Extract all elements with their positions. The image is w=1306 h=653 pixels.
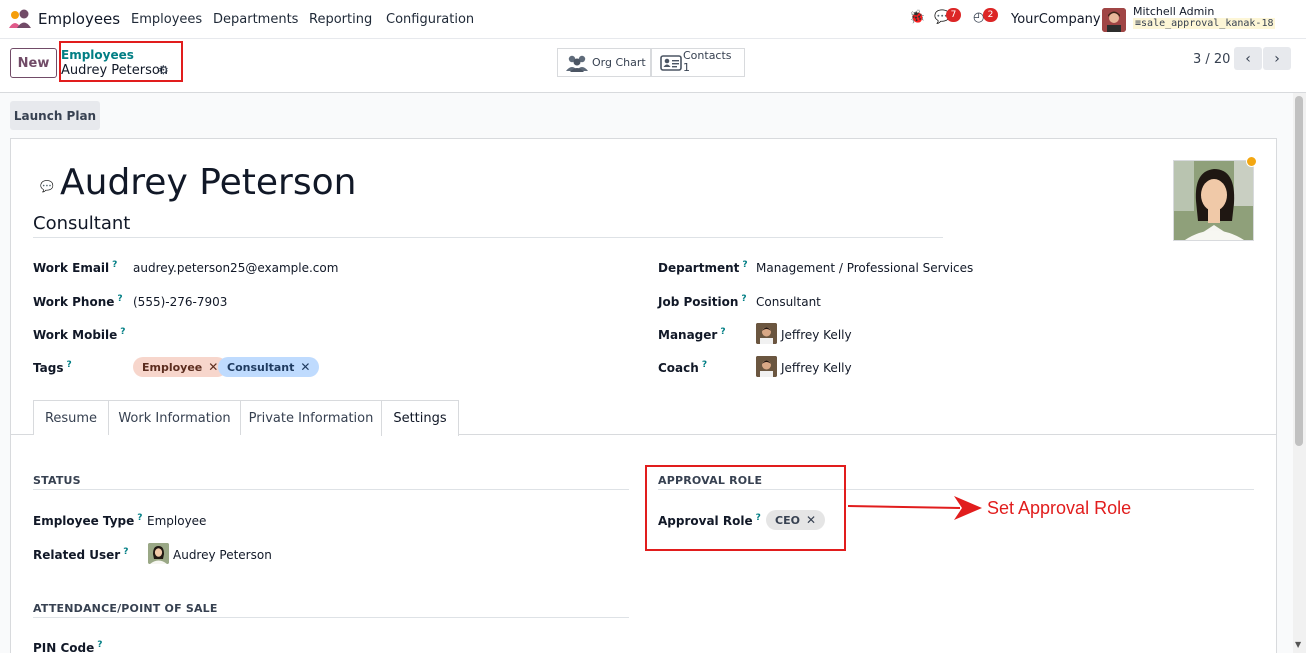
employees-app-icon[interactable] [8,9,32,29]
help-tooltip-icon[interactable]: ? [702,360,707,370]
department-label: Department? [658,260,748,275]
work-email-field[interactable]: audrey.peterson25@example.com [133,261,338,275]
activities-badge: 2 [983,8,998,22]
tag-employee[interactable]: Employee ✕ [133,357,228,377]
approval-role-highlight-box [645,465,846,551]
help-tooltip-icon[interactable]: ? [97,640,102,650]
pager-next-button[interactable]: › [1263,47,1291,70]
tags-label: Tags? [33,360,72,375]
pager-value[interactable]: 3 / 20 [1193,52,1230,67]
help-tooltip-icon[interactable]: ? [137,513,142,523]
status-section-title: STATUS [33,474,81,487]
org-chart-icon [566,55,588,72]
coach-field[interactable]: Jeffrey Kelly [781,361,852,375]
org-chart-label: Org Chart [592,56,646,69]
work-phone-label: Work Phone? [33,294,123,309]
manager-avatar [756,323,777,344]
employee-type-label: Employee Type? [33,513,143,528]
menu-departments[interactable]: Departments [213,12,298,27]
contacts-label: Contacts [683,49,732,62]
help-tooltip-icon[interactable]: ? [117,294,122,304]
pager-previous-button[interactable]: ‹ [1234,47,1262,70]
user-avatar[interactable] [1102,8,1126,32]
annotation-arrow-icon [848,496,982,520]
help-tooltip-icon[interactable]: ? [120,327,125,337]
status-section-divider [33,489,629,490]
coach-label: Coach? [658,360,708,375]
manager-label: Manager? [658,327,726,342]
tab-private-information[interactable]: Private Information [240,400,382,435]
job-position-field[interactable]: Consultant [756,295,821,309]
attendance-section-title: ATTENDANCE/POINT OF SALE [33,602,218,615]
chat-icon[interactable]: 💬 [40,180,54,193]
job-position-label: Job Position? [658,294,747,309]
tab-work-information[interactable]: Work Information [108,400,241,435]
company-switcher[interactable]: YourCompany [1011,12,1101,27]
top-navbar: Employees Employees Departments Reportin… [0,0,1306,39]
manager-field[interactable]: Jeffrey Kelly [781,328,852,342]
work-email-label: Work Email? [33,260,118,275]
help-tooltip-icon[interactable]: ? [123,547,128,557]
employee-type-field[interactable]: Employee [147,514,206,528]
related-user-avatar [148,543,169,564]
control-panel: New Employees Audrey Peterson ⚙ Org Char… [0,39,1306,93]
remove-tag-icon[interactable]: ✕ [208,360,218,374]
help-tooltip-icon[interactable]: ? [112,260,117,270]
chevron-left-icon: ‹ [1245,50,1251,67]
pin-code-label: PIN Code? [33,640,103,653]
attendance-section-divider [33,617,629,618]
tab-resume[interactable]: Resume [33,400,109,435]
presence-status-dot [1246,156,1257,167]
job-title-underline [33,237,943,238]
menu-employees[interactable]: Employees [131,12,202,27]
chevron-right-icon: › [1274,50,1280,67]
bug-icon[interactable]: 🐞 [909,10,925,25]
help-tooltip-icon[interactable]: ? [742,260,747,270]
tab-settings[interactable]: Settings [381,400,459,436]
work-phone-field[interactable]: (555)-276-7903 [133,295,227,309]
related-user-field[interactable]: Audrey Peterson [173,548,272,562]
scroll-down-arrow-icon[interactable]: ▼ [1295,640,1301,649]
breadcrumb-current: Audrey Peterson [61,63,169,78]
annotation-text: Set Approval Role [987,498,1132,518]
employee-photo[interactable] [1173,160,1254,241]
form-sheet [10,138,1277,653]
user-name[interactable]: Mitchell Admin [1133,5,1214,18]
job-title[interactable]: Consultant [33,213,130,234]
gear-icon[interactable]: ⚙ [158,63,169,77]
work-mobile-label: Work Mobile? [33,327,126,342]
new-button[interactable]: New [10,48,57,78]
help-tooltip-icon[interactable]: ? [720,327,725,337]
tag-consultant[interactable]: Consultant ✕ [218,357,320,377]
scrollbar-thumb[interactable] [1295,96,1303,446]
help-tooltip-icon[interactable]: ? [741,294,746,304]
coach-avatar [756,356,777,377]
contact-card-icon [660,55,682,71]
menu-configuration[interactable]: Configuration [386,12,474,27]
database-name: ≡sale_approval_kanak-18 [1133,18,1276,29]
messages-badge: 7 [946,8,961,22]
contacts-count: 1 [683,61,690,74]
breadcrumb-employees[interactable]: Employees [61,48,134,62]
related-user-label: Related User? [33,547,129,562]
department-field[interactable]: Management / Professional Services [756,261,973,275]
org-chart-button[interactable]: Org Chart [557,48,651,77]
remove-tag-icon[interactable]: ✕ [300,360,310,374]
app-name[interactable]: Employees [38,10,120,28]
employee-name[interactable]: Audrey Peterson [60,162,356,203]
launch-plan-button[interactable]: Launch Plan [10,101,100,130]
menu-reporting[interactable]: Reporting [309,12,372,27]
contacts-button[interactable]: Contacts 1 [651,48,745,77]
help-tooltip-icon[interactable]: ? [66,360,71,370]
